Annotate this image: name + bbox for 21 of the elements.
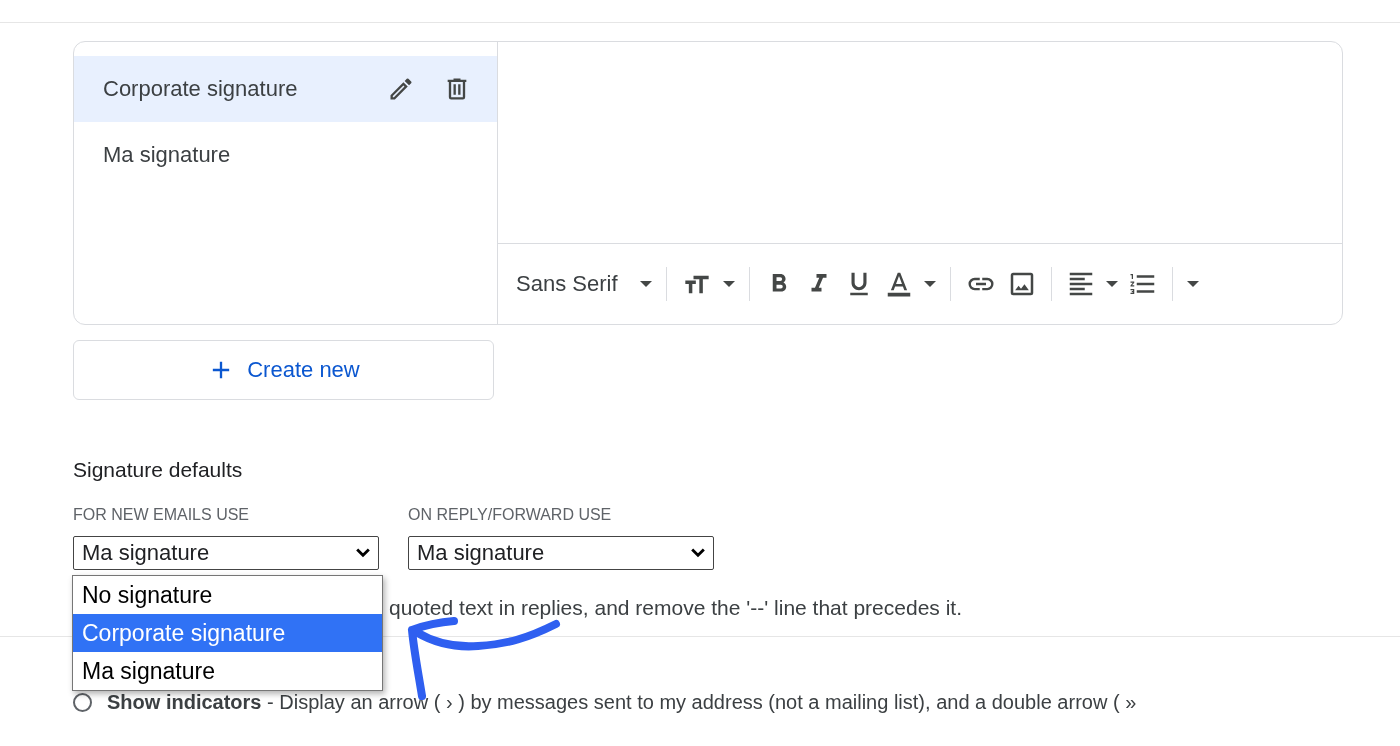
caret-icon[interactable] [1105,281,1118,287]
signature-item[interactable]: Corporate signature [74,56,497,122]
font-selector[interactable]: Sans Serif [516,271,618,297]
caret-icon[interactable] [639,281,652,287]
field-label: FOR NEW EMAILS USE [73,506,251,524]
field-label: ON REPLY/FORWARD USE [408,506,613,524]
more-caret-icon[interactable] [1186,281,1199,287]
dropdown-option[interactable]: Ma signature [73,652,382,690]
signature-select[interactable]: Ma signature [408,536,714,570]
chevron-icon [356,548,370,558]
caret-icon[interactable] [722,281,735,287]
create-new-button[interactable]: Create new [73,340,494,400]
option-description: quoted text in replies, and remove the '--' line that precedes it. [389,596,962,619]
radio-label: Show indicators - Display an arrow ( › ) by messages sent to my address (not a mailing list), and a double arrow ( » [107,690,1137,714]
signature-item[interactable]: Ma signature [74,122,497,188]
chevron-icon [691,548,705,558]
dropdown-option[interactable]: No signature [73,576,382,614]
dropdown-option[interactable]: Corporate signature [73,614,382,652]
section-title: Signature defaults [73,458,244,482]
signature-select[interactable]: Ma signature [73,536,379,570]
caret-icon[interactable] [923,281,936,287]
